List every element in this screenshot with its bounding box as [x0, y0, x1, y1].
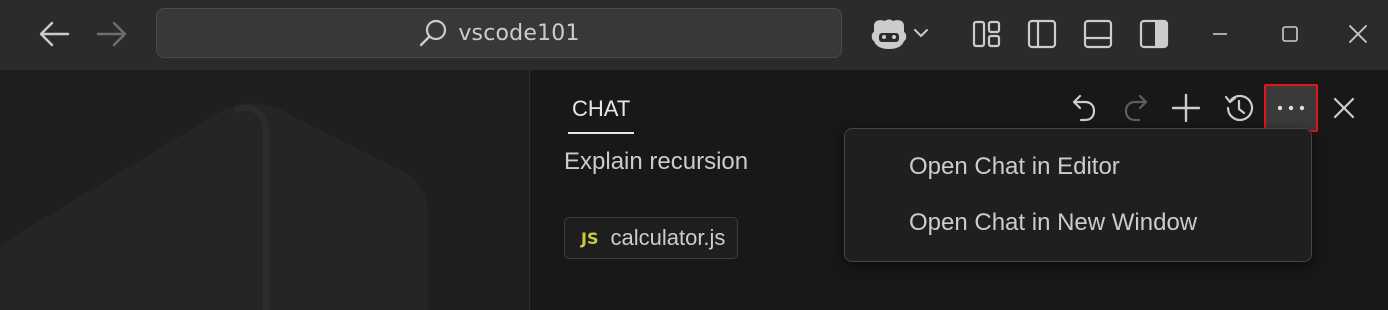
chat-history-button[interactable] — [1220, 90, 1258, 126]
maximize-button[interactable] — [1270, 16, 1310, 52]
minimize-icon — [1213, 33, 1227, 35]
customize-layout-button[interactable] — [968, 16, 1006, 52]
vscode-watermark-logo — [0, 103, 428, 310]
copilot-menu-button[interactable] — [866, 14, 936, 54]
tab-chat[interactable]: CHAT — [572, 96, 630, 122]
tab-active-indicator — [568, 132, 634, 134]
copilot-icon — [871, 19, 928, 49]
history-icon — [1224, 94, 1254, 122]
forward-button[interactable] — [92, 16, 132, 52]
close-icon — [1333, 97, 1355, 119]
menu-item-open-chat-in-new-window[interactable]: Open Chat in New Window — [909, 209, 1197, 237]
search-text: vscode101 — [458, 20, 580, 46]
toggle-panel-button[interactable] — [1078, 16, 1118, 52]
javascript-file-icon: JS — [581, 228, 599, 248]
redo-button[interactable] — [1118, 90, 1154, 126]
undo-icon — [1072, 94, 1096, 122]
more-actions-menu: Open Chat in Editor Open Chat in New Win… — [844, 128, 1312, 262]
search-icon — [420, 19, 447, 47]
new-chat-icon — [1171, 93, 1201, 123]
minimize-button[interactable] — [1200, 16, 1240, 52]
editor-area — [0, 70, 529, 310]
chat-user-message: Explain recursion — [564, 148, 749, 175]
sidebar-left-icon — [1027, 19, 1057, 49]
menu-item-open-chat-in-editor[interactable]: Open Chat in Editor — [909, 153, 1120, 181]
close-chat-button[interactable] — [1326, 90, 1362, 126]
close-icon — [1349, 25, 1367, 43]
more-actions-icon — [1277, 105, 1305, 111]
redo-icon — [1124, 94, 1148, 122]
sidebar-right-icon — [1139, 19, 1169, 49]
maximize-icon — [1282, 26, 1298, 42]
close-window-button[interactable] — [1338, 16, 1378, 52]
attachment-chip[interactable]: JS calculator.js — [564, 217, 739, 259]
arrow-left-icon — [39, 21, 70, 47]
toggle-primary-sidebar-button[interactable] — [1022, 16, 1062, 52]
toggle-secondary-sidebar-button[interactable] — [1134, 16, 1174, 52]
panel-bottom-icon — [1083, 19, 1113, 49]
title-bar: vscode101 — [0, 0, 1388, 70]
new-chat-button[interactable] — [1168, 90, 1204, 126]
command-center-search[interactable]: vscode101 — [156, 8, 842, 58]
vscode-window: vscode101 CHAT Explain recursion JS calc… — [0, 0, 1388, 310]
more-actions-button[interactable] — [1264, 84, 1318, 132]
back-button[interactable] — [34, 16, 74, 52]
customize-layout-icon — [972, 20, 1001, 48]
arrow-right-icon — [96, 21, 127, 47]
undo-button[interactable] — [1066, 90, 1102, 126]
attachment-file-name: calculator.js — [610, 225, 726, 250]
